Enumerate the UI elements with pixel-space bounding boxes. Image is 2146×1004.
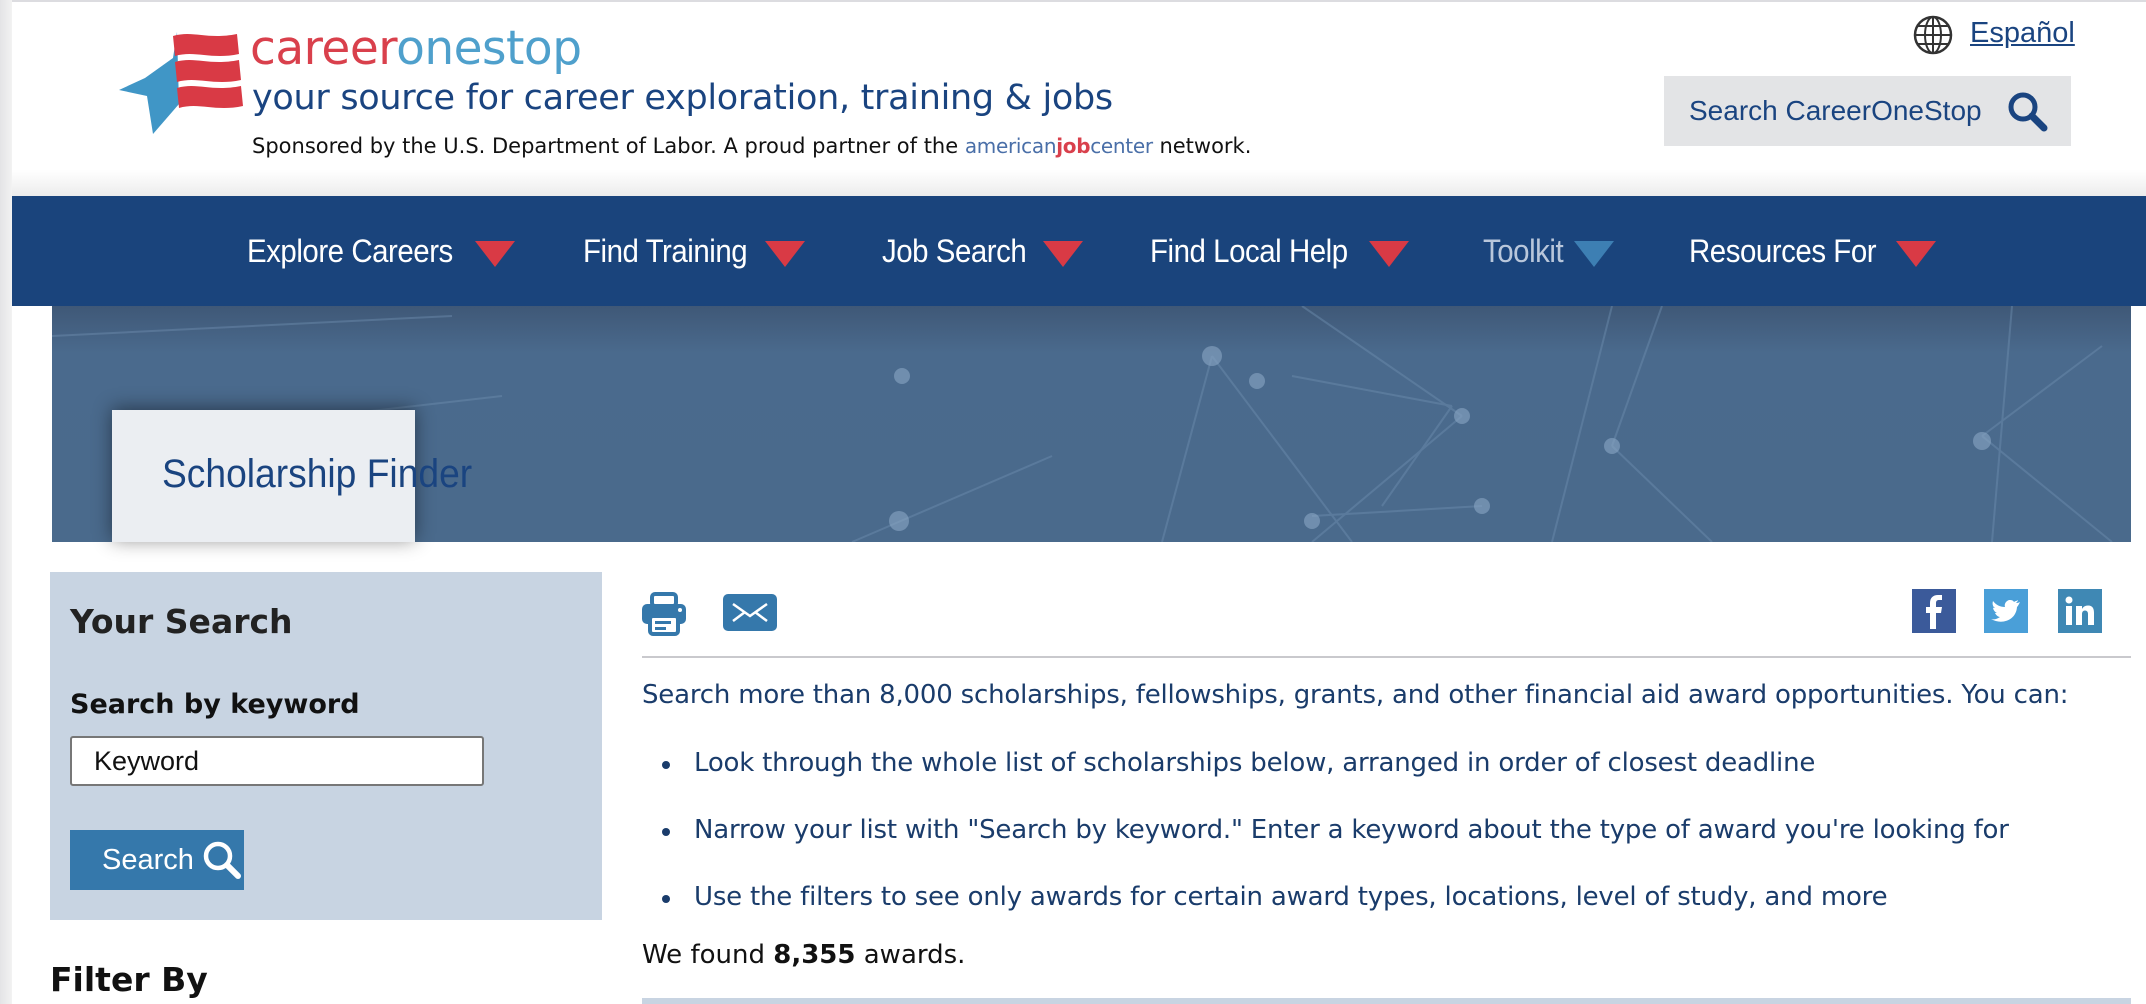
results-header-bar xyxy=(642,998,2131,1004)
page-title: Scholarship Finder xyxy=(162,452,473,496)
results-count: 8,355 xyxy=(773,940,856,970)
sponsor-text: Sponsored by the U.S. Department of Labo… xyxy=(252,134,965,158)
ajc-job: job xyxy=(1056,134,1091,158)
search-icon xyxy=(203,841,241,879)
nav-resources-for[interactable]: Resources For xyxy=(1689,196,1937,306)
instructions-list: Look through the whole list of scholarsh… xyxy=(642,740,2009,941)
print-icon[interactable] xyxy=(642,592,686,640)
nav-label: Job Search xyxy=(882,232,1027,269)
twitter-share-icon[interactable] xyxy=(1984,589,2028,633)
nav-label: Explore Careers xyxy=(247,232,453,269)
page-left-edge xyxy=(0,0,12,1004)
nav-label: Toolkit xyxy=(1483,232,1564,269)
dropdown-triangle-icon xyxy=(765,241,806,267)
careeronestop-logo-icon[interactable] xyxy=(115,30,243,138)
site-search-label: Search CareerOneStop xyxy=(1689,95,1982,126)
american-job-center-logo[interactable]: americanjobcenter xyxy=(965,134,1153,158)
ajc-center: center xyxy=(1090,134,1153,158)
ajc-american: american xyxy=(964,134,1057,158)
email-icon[interactable] xyxy=(723,594,777,635)
sponsor-line: Sponsored by the U.S. Department of Labo… xyxy=(252,132,1251,160)
page-top-border xyxy=(0,0,2146,2)
list-item: Use the filters to see only awards for c… xyxy=(642,874,2009,941)
nav-explore-careers[interactable]: Explore Careers xyxy=(247,196,515,306)
toolbar-divider xyxy=(642,656,2131,658)
brand-part-onestop: onestop xyxy=(396,21,582,76)
dropdown-triangle-icon xyxy=(1896,241,1937,267)
brand-part-career: career xyxy=(250,21,397,76)
search-icon xyxy=(2008,92,2048,132)
keyword-input[interactable] xyxy=(70,736,484,786)
keyword-label: Search by keyword xyxy=(70,689,360,720)
facebook-share-icon[interactable] xyxy=(1912,589,1956,633)
list-item: Look through the whole list of scholarsh… xyxy=(642,740,2009,807)
keyword-search-button[interactable]: Search xyxy=(70,830,244,890)
nav-toolkit[interactable]: Toolkit xyxy=(1483,196,1615,306)
dropdown-triangle-icon xyxy=(1574,241,1615,267)
your-search-heading: Your Search xyxy=(70,602,293,641)
nav-job-search[interactable]: Job Search xyxy=(882,196,1083,306)
nav-find-training[interactable]: Find Training xyxy=(583,196,806,306)
espanol-language-link[interactable]: Español xyxy=(1970,14,2075,52)
found-suffix: awards. xyxy=(855,940,966,970)
dropdown-triangle-icon xyxy=(1368,241,1409,267)
brand-wordmark[interactable]: careeronestop xyxy=(250,22,582,76)
search-button-label: Search xyxy=(102,843,194,876)
nav-label: Resources For xyxy=(1689,232,1877,269)
globe-icon xyxy=(1913,15,1953,55)
dropdown-triangle-icon xyxy=(1042,241,1083,267)
list-item: Narrow your list with "Search by keyword… xyxy=(642,807,2009,874)
header-shadow xyxy=(12,170,2146,196)
linkedin-share-icon[interactable] xyxy=(2058,589,2102,633)
main-nav: Explore Careers Find Training Job Search… xyxy=(12,196,2146,306)
page-title-card: Scholarship Finder xyxy=(112,410,472,542)
site-search-button[interactable]: Search CareerOneStop xyxy=(1664,76,2071,146)
filter-by-heading: Filter By xyxy=(50,960,208,999)
site-tagline: your source for career exploration, trai… xyxy=(252,78,1113,118)
results-count-text: We found 8,355 awards. xyxy=(642,940,965,970)
dropdown-triangle-icon xyxy=(474,241,515,267)
sponsor-text-end: network. xyxy=(1152,134,1252,158)
nav-label: Find Local Help xyxy=(1150,232,1348,269)
nav-find-local-help[interactable]: Find Local Help xyxy=(1150,196,1409,306)
nav-label: Find Training xyxy=(583,232,748,269)
intro-text: Search more than 8,000 scholarships, fel… xyxy=(642,680,2069,710)
found-prefix: We found xyxy=(642,940,774,970)
